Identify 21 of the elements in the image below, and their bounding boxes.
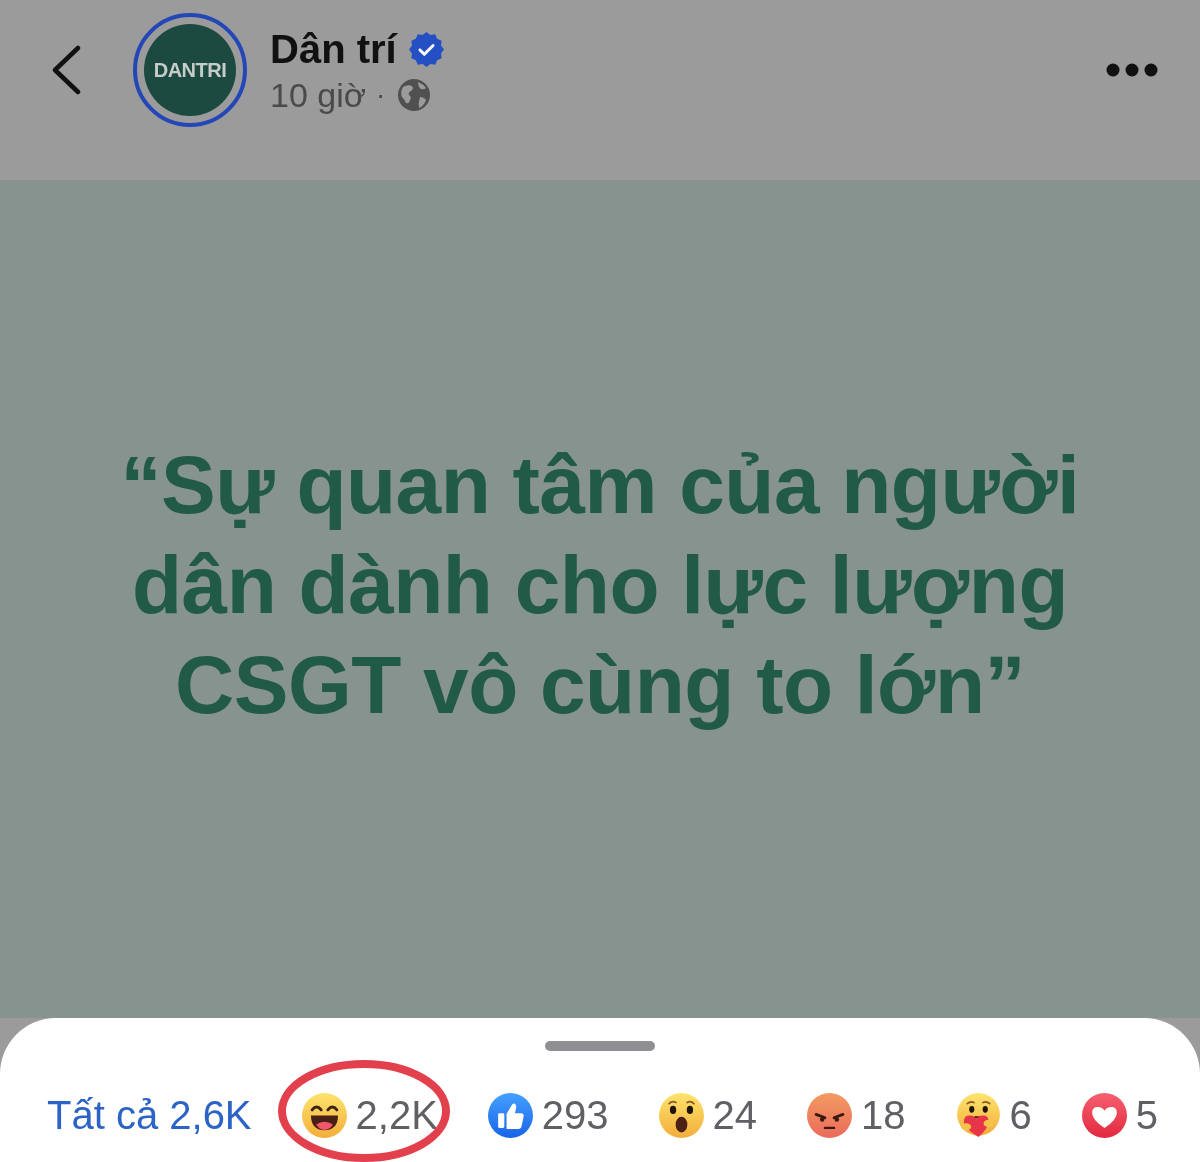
angry-face-icon: [807, 1092, 853, 1138]
all-reactions-tab[interactable]: Tất cả 2,6K: [47, 1090, 252, 1140]
more-options-icon[interactable]: [1106, 63, 1158, 77]
globe-icon: [397, 78, 432, 112]
reaction-tab[interactable]: 5: [1081, 1090, 1159, 1140]
page-name[interactable]: Dân trí: [270, 25, 397, 73]
separator-dot: ·: [376, 78, 386, 112]
hugging-heart-face-icon: [955, 1092, 1001, 1138]
back-chevron-icon[interactable]: [50, 45, 82, 95]
avatar-logo: DANTRI: [144, 24, 236, 116]
quote-text: “Sự quan tâm của người dân dành cho lực lượng CSGT vô cùng to lớn”: [119, 438, 1081, 732]
drag-handle[interactable]: [545, 1041, 655, 1051]
laughing-face-icon: [301, 1092, 347, 1138]
reaction-tab[interactable]: 293: [487, 1090, 609, 1140]
reaction-tab[interactable]: 6: [955, 1090, 1032, 1140]
reaction-tab[interactable]: 18: [807, 1090, 906, 1140]
thumbs-up-icon: [487, 1092, 533, 1138]
profile-avatar[interactable]: DANTRI: [133, 13, 247, 127]
post-time: 10 giờ: [270, 75, 367, 115]
surprised-face-icon: [658, 1092, 704, 1138]
reaction-tab[interactable]: 24: [658, 1090, 758, 1140]
